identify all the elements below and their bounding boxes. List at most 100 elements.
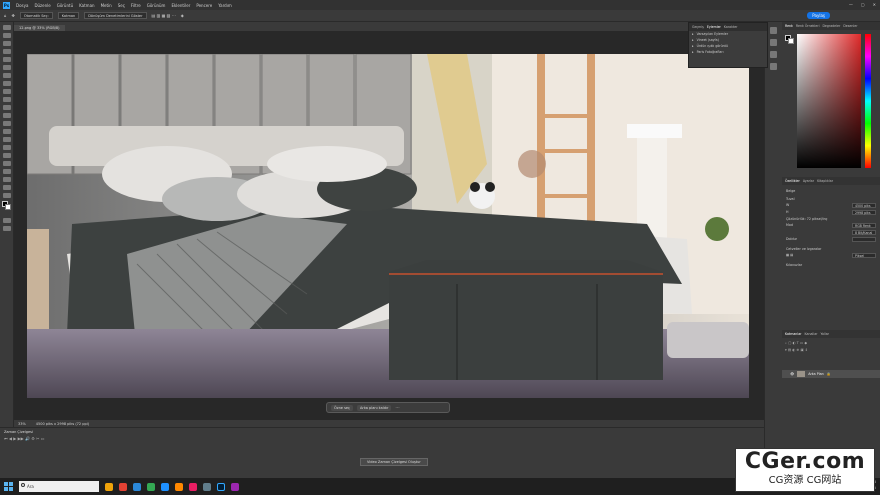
healing-tool-icon[interactable] <box>2 81 11 86</box>
menu-item-filter[interactable]: Filtre <box>131 3 141 8</box>
app-icon[interactable] <box>133 482 141 491</box>
eraser-tool-icon[interactable] <box>2 113 11 118</box>
photoshop-taskbar-icon[interactable] <box>217 482 225 491</box>
brush-tool-icon[interactable] <box>2 89 11 94</box>
app-icon[interactable] <box>231 482 239 491</box>
create-video-timeline-button[interactable]: Video Zaman Çizelgesi Oluştur <box>360 458 428 466</box>
select-subject-button[interactable]: Özne seç <box>331 404 353 411</box>
menu-item-plugins[interactable]: Eklentiler <box>171 3 190 8</box>
screen-mode-icon[interactable] <box>2 226 11 231</box>
background-color-icon[interactable] <box>5 204 11 210</box>
vlc-icon[interactable] <box>175 482 183 491</box>
tab-paths[interactable]: Yollar <box>820 332 829 336</box>
depth-dropdown[interactable]: 8 Bit/Kanal <box>852 230 876 235</box>
gradient-tool-icon[interactable] <box>2 121 11 126</box>
color-picker-field[interactable] <box>797 34 861 168</box>
document-canvas-image[interactable] <box>27 54 749 398</box>
menu-item-help[interactable]: Yardım <box>218 3 231 8</box>
unit-dropdown[interactable]: Piksel <box>852 253 876 258</box>
hue-slider[interactable] <box>865 34 871 168</box>
visibility-eye-icon[interactable]: 👁 <box>790 372 794 376</box>
actions-panel-icon[interactable] <box>770 39 777 46</box>
blend-row[interactable]: ▾ ▤ ◐ ⊕ ▣ ⇕ <box>782 348 880 352</box>
app-icon[interactable] <box>119 482 127 491</box>
fill-dropdown[interactable] <box>852 237 876 242</box>
background-swatch[interactable] <box>788 38 794 44</box>
move-tool-icon[interactable] <box>2 25 11 30</box>
color-swatches[interactable] <box>2 201 11 215</box>
rectangle-tool-icon[interactable] <box>2 169 11 174</box>
timeline-controls[interactable]: ⏮ ◀ ▶ ▶▶ 🔊 ⚙ ✂ ▭ <box>0 436 764 441</box>
auto-select-checkbox[interactable]: Otomatik Seç: <box>19 12 53 19</box>
tab-adjustments[interactable]: Ayarlar <box>803 179 814 183</box>
layer-dropdown[interactable]: Katman <box>57 12 80 19</box>
menu-item-select[interactable]: Seç <box>118 3 125 8</box>
file-explorer-icon[interactable] <box>105 482 113 491</box>
width-field[interactable]: 4500 piks <box>852 203 876 208</box>
app-icon[interactable] <box>189 482 197 491</box>
zoom-tool-icon[interactable] <box>2 185 11 190</box>
zoom-level[interactable]: 33% <box>18 422 26 426</box>
tab-history[interactable]: Geçmiş <box>692 25 704 29</box>
action-row[interactable]: ▸ Paris Fotoğrafları <box>689 49 767 55</box>
3d-icon[interactable]: ◈ <box>181 13 184 18</box>
windows-start-icon[interactable] <box>4 482 13 491</box>
menu-item-window[interactable]: Pencere <box>196 3 212 8</box>
minimize-icon[interactable]: — <box>849 2 853 7</box>
tab-character[interactable]: Karakter <box>724 25 738 29</box>
blur-tool-icon[interactable] <box>2 129 11 134</box>
remove-background-button[interactable]: Arka planı kaldır <box>356 404 392 411</box>
lasso-tool-icon[interactable] <box>2 41 11 46</box>
tab-libraries[interactable]: Kitaplıklar <box>817 179 833 183</box>
path-select-icon[interactable] <box>2 161 11 166</box>
move-tool-icon[interactable]: ✥ <box>12 13 15 18</box>
tab-patterns[interactable]: Desenler <box>843 24 857 28</box>
menu-item-edit[interactable]: Düzenle <box>34 3 50 8</box>
lock-icon[interactable]: 🔒 <box>827 372 831 376</box>
tab-properties[interactable]: Özellikler <box>785 179 800 183</box>
eyedropper-tool-icon[interactable] <box>2 73 11 78</box>
type-tool-icon[interactable] <box>2 153 11 158</box>
crop-tool-icon[interactable] <box>2 57 11 62</box>
paragraph-panel-icon[interactable] <box>770 63 777 70</box>
marquee-tool-icon[interactable] <box>2 33 11 38</box>
more-tools-icon[interactable] <box>2 193 11 198</box>
quick-mask-icon[interactable] <box>2 218 11 223</box>
transform-controls-checkbox[interactable]: Dönüşüm Denetimlerini Göster <box>84 12 147 19</box>
close-icon[interactable]: ✕ <box>873 2 876 7</box>
object-select-tool-icon[interactable] <box>2 49 11 54</box>
menu-item-file[interactable]: Dosya <box>16 3 28 8</box>
history-panel-icon[interactable] <box>770 27 777 34</box>
history-brush-icon[interactable] <box>2 105 11 110</box>
layer-row[interactable]: 👁 Arka Plan 🔒 <box>782 370 880 378</box>
tab-color[interactable]: Renk <box>785 24 793 28</box>
more-options-icon[interactable]: ⋯ <box>395 405 399 410</box>
align-icons[interactable]: ▤ ▥ ▦ ▧ ⋯ <box>152 13 176 18</box>
layer-name[interactable]: Arka Plan <box>808 372 824 376</box>
menu-item-view[interactable]: Görünüm <box>147 3 166 8</box>
height-field[interactable]: 2998 piks <box>852 210 876 215</box>
tab-actions[interactable]: Eylemler <box>707 25 721 29</box>
app-icon[interactable] <box>203 482 211 491</box>
tab-swatches[interactable]: Renk Örnekleri <box>796 24 820 28</box>
maximize-icon[interactable]: ▢ <box>861 2 865 7</box>
frame-tool-icon[interactable] <box>2 65 11 70</box>
menu-item-image[interactable]: Görüntü <box>57 3 73 8</box>
taskbar-search-box[interactable]: Ara <box>19 481 99 492</box>
menu-item-layer[interactable]: Katman <box>79 3 94 8</box>
tab-layers[interactable]: Katmanlar <box>785 332 801 336</box>
home-icon[interactable]: ⌂ <box>4 13 7 18</box>
edge-icon[interactable] <box>161 482 169 491</box>
mode-dropdown[interactable]: RGB Renk <box>852 223 876 228</box>
stamp-tool-icon[interactable] <box>2 97 11 102</box>
tab-gradients[interactable]: Degradeler <box>822 24 840 28</box>
menu-item-type[interactable]: Metin <box>101 3 112 8</box>
tab-channels[interactable]: Kanallar <box>804 332 817 336</box>
share-button[interactable]: Paylaş <box>807 12 830 19</box>
ruler-icons[interactable]: ▦ ▤ <box>786 253 793 258</box>
character-panel-icon[interactable] <box>770 51 777 58</box>
hand-tool-icon[interactable] <box>2 177 11 182</box>
pen-tool-icon[interactable] <box>2 145 11 150</box>
layer-filter-row[interactable]: ⌕ ▢ ◐ T ▭ ◆ <box>782 338 880 348</box>
chrome-icon[interactable] <box>147 482 155 491</box>
